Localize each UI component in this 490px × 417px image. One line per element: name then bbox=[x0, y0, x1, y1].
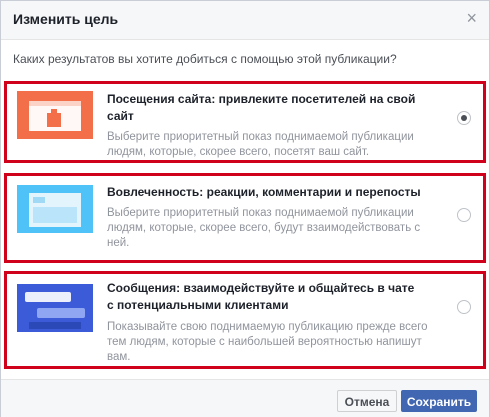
option-description: Выберите приоритетный показ поднимаемой … bbox=[107, 131, 414, 158]
goal-option-messages[interactable]: Сообщения: взаимодействуйте и общайтесь … bbox=[4, 271, 486, 369]
option-description: Выберите приоритетный показ поднимаемой … bbox=[107, 207, 421, 249]
cancel-button[interactable]: Отмена bbox=[337, 390, 397, 412]
radio-engagement[interactable] bbox=[457, 208, 471, 222]
dialog-title: Изменить цель bbox=[13, 11, 119, 27]
goal-question: Каких результатов вы хотите добиться с п… bbox=[13, 52, 397, 66]
option-title: Вовлеченность: реакции, комментарии и пе… bbox=[107, 185, 421, 199]
dialog-header: Изменить цель × bbox=[1, 1, 489, 40]
engagement-illustration bbox=[17, 185, 93, 233]
close-icon[interactable]: × bbox=[466, 9, 477, 27]
dialog-footer: Отмена Сохранить bbox=[1, 379, 489, 417]
change-goal-dialog: Изменить цель × Каких результатов вы хот… bbox=[0, 0, 490, 417]
goal-option-website-visits[interactable]: Посещения сайта: привлеките посетителей … bbox=[4, 81, 486, 163]
option-description: Показывайте свою поднимаемую публикацию … bbox=[107, 321, 428, 363]
radio-website-visits[interactable] bbox=[457, 111, 471, 125]
website-visits-illustration bbox=[17, 91, 93, 139]
option-title: Сообщения: взаимодействуйте и общайтесь … bbox=[107, 281, 415, 312]
radio-messages[interactable] bbox=[457, 300, 471, 314]
option-title: Посещения сайта: привлеките посетителей … bbox=[107, 92, 416, 123]
messages-illustration bbox=[17, 284, 93, 332]
save-button[interactable]: Сохранить bbox=[401, 390, 477, 412]
goal-option-engagement[interactable]: Вовлеченность: реакции, комментарии и пе… bbox=[4, 173, 486, 263]
